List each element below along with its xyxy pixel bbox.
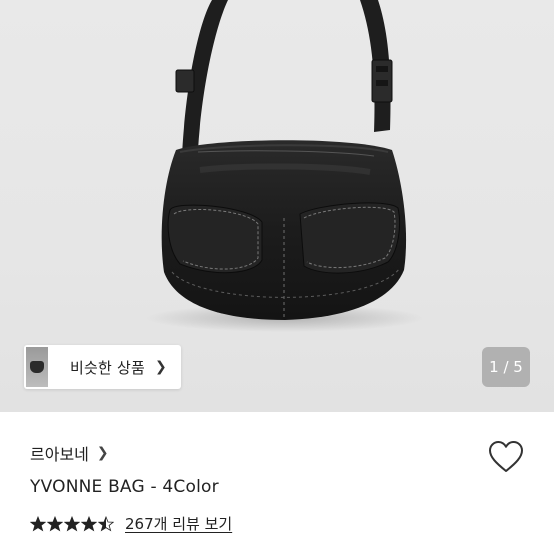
review-link[interactable]: 267개 리뷰 보기 (125, 513, 232, 534)
star-full-icon (81, 515, 97, 531)
star-rating (30, 515, 115, 532)
similar-products-label: 비슷한 상품 (70, 358, 145, 377)
similar-products-button[interactable]: 비슷한 상품 ❯ (24, 345, 181, 389)
similar-products-thumbnail (26, 347, 48, 387)
heart-outline-icon[interactable] (488, 440, 524, 474)
chevron-right-icon: ❯ (154, 359, 167, 375)
star-full-icon (64, 515, 80, 531)
product-title: YVONNE BAG - 4Color (30, 477, 219, 497)
brand-name: 르아보네 (30, 445, 89, 464)
star-full-icon (47, 515, 63, 531)
chevron-right-icon: ❯ (96, 445, 109, 461)
star-half-icon (98, 515, 114, 531)
gallery-page-indicator: 1 / 5 (482, 347, 530, 387)
star-full-icon (30, 515, 46, 531)
brand-link[interactable]: 르아보네 ❯ (30, 441, 109, 465)
product-image-gallery[interactable]: 비슷한 상품 ❯ 1 / 5 (0, 0, 554, 412)
product-rating: 267개 리뷰 보기 (30, 513, 232, 534)
